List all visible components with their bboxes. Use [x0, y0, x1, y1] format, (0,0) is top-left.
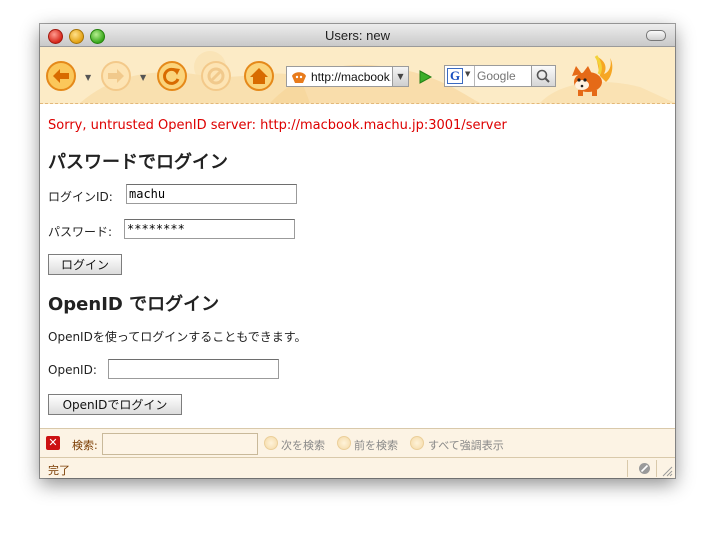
forward-history-dropdown[interactable]: ▼ — [140, 73, 146, 82]
search-input[interactable] — [477, 69, 525, 83]
password-label: パスワード: — [48, 225, 113, 239]
stop-icon[interactable] — [200, 60, 232, 92]
openid-field[interactable] — [108, 359, 279, 379]
status-bar: 完了 — [40, 457, 675, 478]
openid-error-message: Sorry, untrusted OpenID server: http://m… — [48, 118, 507, 133]
search-bar[interactable]: G ▼ — [444, 65, 556, 87]
home-icon[interactable] — [243, 60, 275, 92]
search-icon — [536, 69, 550, 83]
page-content: Sorry, untrusted OpenID server: http://m… — [40, 104, 675, 428]
close-findbar-icon[interactable]: ✕ — [46, 436, 60, 450]
title-bar: Users: new — [40, 24, 675, 47]
toolbar-toggle-button[interactable] — [646, 30, 666, 41]
openid-description: OpenIDを使ってログインすることもできます。 — [48, 330, 307, 344]
security-status-icon[interactable] — [638, 462, 651, 475]
find-label: 検索: — [72, 439, 98, 452]
firefox-logo — [572, 55, 613, 96]
reload-icon[interactable] — [156, 60, 188, 92]
site-favicon-icon — [292, 72, 306, 83]
url-bar[interactable]: http://macbook.machu.jp:3001/users/new ▼ — [286, 66, 409, 87]
openid-label: OpenID: — [48, 363, 97, 377]
login-button[interactable]: ログイン — [48, 254, 122, 275]
navigation-toolbar: ▼ ▼ http://macbook.machu.jp:3001/users — [40, 47, 675, 104]
status-divider — [627, 460, 628, 477]
find-bar: ✕ 検索: 次を検索 前を検索 すべて強調表示 — [40, 428, 675, 458]
find-next-button[interactable]: 次を検索 — [281, 437, 325, 453]
status-divider — [656, 460, 657, 477]
back-icon[interactable] — [45, 60, 77, 92]
find-previous-icon[interactable] — [337, 436, 351, 450]
go-icon[interactable] — [416, 69, 434, 85]
login-id-label: ログインID: — [48, 190, 113, 204]
forward-icon[interactable] — [100, 60, 132, 92]
url-history-dropdown[interactable]: ▼ — [392, 67, 408, 86]
highlight-all-icon[interactable] — [410, 436, 424, 450]
highlight-all-button[interactable]: すべて強調表示 — [428, 437, 504, 453]
window-title: Users: new — [324, 28, 391, 43]
search-button[interactable] — [531, 66, 555, 86]
openid-login-heading: OpenID でログイン — [48, 294, 220, 315]
resize-grip-icon[interactable] — [661, 465, 673, 477]
search-divider — [474, 66, 475, 86]
openid-login-button[interactable]: OpenIDでログイン — [48, 394, 182, 415]
url-text[interactable]: http://macbook.machu.jp:3001/users/new — [311, 70, 391, 84]
search-engine-google-icon[interactable]: G — [447, 68, 463, 84]
find-input[interactable] — [102, 433, 258, 455]
browser-window: Users: new ▼ ▼ http://macbook ▼ G ▼ Goog… — [40, 24, 675, 478]
find-previous-button[interactable]: 前を検索 — [354, 437, 398, 453]
find-next-icon[interactable] — [264, 436, 278, 450]
password-field[interactable] — [124, 219, 295, 239]
login-id-field[interactable] — [126, 184, 297, 204]
search-engine-dropdown[interactable]: ▼ — [465, 70, 470, 78]
back-history-dropdown[interactable]: ▼ — [85, 73, 91, 82]
password-login-heading: パスワードでログイン — [48, 152, 228, 173]
status-text: 完了 — [48, 464, 70, 477]
